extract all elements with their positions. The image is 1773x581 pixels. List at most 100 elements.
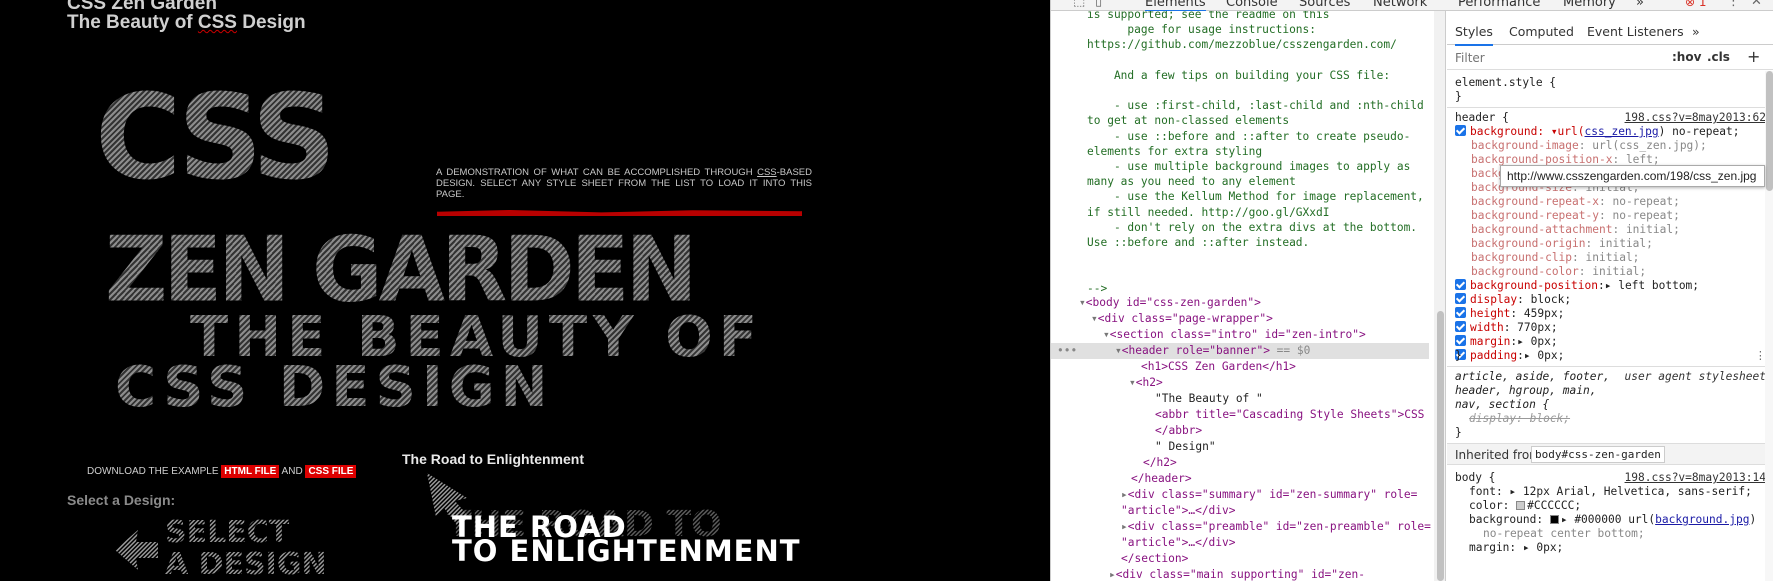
more-style-tabs-icon[interactable]: » — [1692, 24, 1700, 39]
rule-separator — [1447, 107, 1773, 108]
header-close-tag: </header> — [1131, 472, 1192, 485]
dom-scrollbar-thumb[interactable] — [1437, 311, 1444, 581]
dom-page-wrapper[interactable]: ▾<div class="page-wrapper"> — [1091, 311, 1273, 327]
colon: : — [1517, 293, 1524, 306]
dom-h2-close[interactable]: </h2> — [1143, 455, 1177, 471]
banner-css-design-text: CSS DESIGN — [115, 355, 554, 420]
dom-section-intro[interactable]: ▾<section class="intro" id="zen-intro"> — [1103, 327, 1366, 343]
tab-performance[interactable]: Performance — [1458, 0, 1540, 10]
page-wrapper-tag: <div class="page-wrapper"> — [1097, 312, 1273, 325]
dom-h2[interactable]: ▾<h2> — [1129, 375, 1163, 391]
styles-scrollbar-thumb[interactable] — [1766, 71, 1773, 191]
abbr-close-tag: </abbr> — [1155, 424, 1203, 437]
h2-text: The Beauty of — [67, 12, 198, 33]
more-tabs-icon[interactable]: » — [1636, 0, 1644, 10]
html-file-link[interactable]: HTML FILE — [221, 465, 280, 478]
node-actions-icon[interactable]: ••• — [1057, 343, 1077, 359]
select-design-label: Select a Design: — [67, 492, 176, 508]
bg-swatch-icon[interactable] — [1549, 515, 1559, 524]
color-value: #CCCCCC; — [1527, 499, 1582, 512]
tab-sources[interactable]: Sources — [1299, 0, 1350, 10]
styles-scrollbar[interactable] — [1765, 71, 1773, 581]
dom-preamble[interactable]: ▸<div class="preamble" id="zen-preamble"… — [1121, 519, 1431, 535]
styles-tab-bar: Styles Computed Event Listeners » — [1447, 11, 1773, 46]
checkbox-icon[interactable] — [1455, 279, 1466, 290]
tab-event-listeners[interactable]: Event Listeners — [1587, 24, 1684, 39]
error-count-badge[interactable]: ⊗ 1 — [1685, 0, 1707, 9]
longhand-decl[interactable]: background-repeat-y: no-repeat; — [1471, 209, 1680, 223]
css-link[interactable]: CSS — [757, 167, 777, 178]
comment-line: - use multiple background images to appl… — [1087, 160, 1411, 173]
header-rule-source-link[interactable]: 198.css?v=8may2013:62 — [1625, 111, 1766, 124]
body-background-decl[interactable]: background: ▸ #000000 url(background.jpg… — [1469, 513, 1756, 527]
new-rule-button[interactable]: + — [1747, 47, 1760, 66]
device-toolbar-icon[interactable]: ▯ — [1095, 0, 1102, 9]
body-color-decl[interactable]: color: #CCCCCC; — [1469, 499, 1581, 513]
body-margin-decl[interactable]: margin: ▸ 0px; — [1469, 541, 1563, 555]
dom-h2-text[interactable]: "The Beauty of " — [1155, 391, 1263, 407]
longhand-value: no-repeat; — [1612, 195, 1680, 208]
declaration[interactable]: margin:▸ 0px; — [1455, 335, 1558, 349]
css-file-link[interactable]: CSS FILE — [305, 465, 357, 478]
comment-line: page for usage instructions: — [1087, 23, 1317, 37]
colon: : — [1598, 209, 1613, 222]
colon: : — [1598, 195, 1613, 208]
dom-main[interactable]: ▸<div class="main supporting" id="zen- — [1109, 567, 1365, 581]
comment-line: many as you need to any element — [1087, 175, 1296, 189]
tab-console[interactable]: Console — [1226, 0, 1278, 10]
styles-filter-input[interactable] — [1455, 49, 1645, 66]
checkbox-icon[interactable] — [1455, 335, 1466, 346]
decl-background[interactable]: background: ▾url(css_zen.jpg) no-repeat; — [1455, 125, 1739, 139]
dom-abbr-close[interactable]: </abbr> — [1155, 423, 1202, 439]
tab-memory[interactable]: Memory — [1563, 0, 1616, 10]
longhand-decl[interactable]: background-clip: initial; — [1471, 251, 1639, 265]
tab-styles[interactable]: Styles — [1455, 24, 1493, 46]
banner-css-text: CSS — [95, 68, 336, 206]
tab-network[interactable]: Network — [1373, 0, 1427, 10]
hover-state-toggle[interactable]: :hov — [1672, 50, 1701, 64]
dom-section-close[interactable]: </section> — [1121, 551, 1188, 567]
tab-computed[interactable]: Computed — [1509, 24, 1574, 39]
declaration[interactable]: display: block; — [1455, 293, 1571, 307]
body-rule-selector[interactable]: body { — [1455, 471, 1495, 485]
body-rule-source-link[interactable]: 198.css?v=8may2013:14 — [1625, 471, 1766, 484]
dom-h1[interactable]: <h1>CSS Zen Garden</h1> — [1141, 359, 1296, 375]
declaration[interactable]: background-position:▸ left bottom; — [1455, 279, 1699, 293]
rule-separator — [1447, 366, 1773, 367]
comment-line: is supported; see the readme on this — [1087, 11, 1330, 21]
element-style-rule[interactable]: element.style { — [1455, 76, 1556, 90]
declaration[interactable]: width: 770px; — [1455, 321, 1558, 335]
longhand-decl[interactable]: background-repeat-x: no-repeat; — [1471, 195, 1680, 209]
inherited-from-node[interactable]: body#css-zen-garden — [1531, 446, 1665, 463]
css-zen-url-link[interactable]: css_zen.jpg — [1585, 125, 1659, 138]
inspect-element-icon[interactable]: ⬚ — [1073, 0, 1085, 9]
kebab-menu-icon[interactable]: ⋮ — [1727, 0, 1740, 9]
longhand-decl[interactable]: background-attachment: initial; — [1471, 223, 1680, 237]
color-swatch-icon[interactable] — [1516, 501, 1526, 510]
declaration[interactable]: height: 459px; — [1455, 307, 1564, 321]
dom-abbr[interactable]: <abbr title="Cascading Style Sheets">CSS — [1155, 407, 1424, 423]
checkbox-icon[interactable] — [1455, 125, 1466, 136]
ua-display-overridden: display: block; — [1469, 412, 1571, 425]
longhand-decl[interactable]: background-color: initial; — [1471, 265, 1646, 279]
header-rule-selector[interactable]: header { — [1455, 111, 1509, 125]
class-toggle[interactable]: .cls — [1707, 50, 1730, 64]
dom-body[interactable]: ▾<body id="css-zen-garden"> — [1079, 295, 1261, 311]
checkbox-icon[interactable] — [1455, 321, 1466, 332]
comment-line: And a few tips on building your CSS file… — [1087, 68, 1391, 82]
longhand-prop: background-color — [1471, 265, 1579, 278]
longhand-decl[interactable]: background-origin: initial; — [1471, 237, 1653, 251]
dom-design-text[interactable]: " Design" — [1155, 439, 1216, 455]
dom-header-close[interactable]: </header> — [1131, 471, 1192, 487]
body-font-decl[interactable]: font: ▸ 12px Arial, Helvetica, sans-seri… — [1469, 485, 1752, 499]
background-jpg-link[interactable]: background.jpg — [1655, 513, 1749, 526]
close-icon[interactable]: ✕ — [1751, 0, 1762, 9]
checkbox-icon[interactable] — [1455, 293, 1466, 304]
checkbox-icon[interactable] — [1455, 307, 1466, 318]
declaration[interactable]: padding:▸ 0px; — [1455, 349, 1564, 363]
dom-summary[interactable]: ▸<div class="summary" id="zen-summary" r… — [1121, 487, 1417, 503]
longhand-prop: background-origin — [1471, 237, 1586, 250]
dom-header-selected[interactable]: ▾<header role="banner"> == $0 — [1115, 343, 1310, 359]
longhand-decl[interactable]: background-image: url(css_zen.jpg); — [1471, 139, 1707, 153]
dom-scrollbar[interactable] — [1434, 11, 1445, 581]
